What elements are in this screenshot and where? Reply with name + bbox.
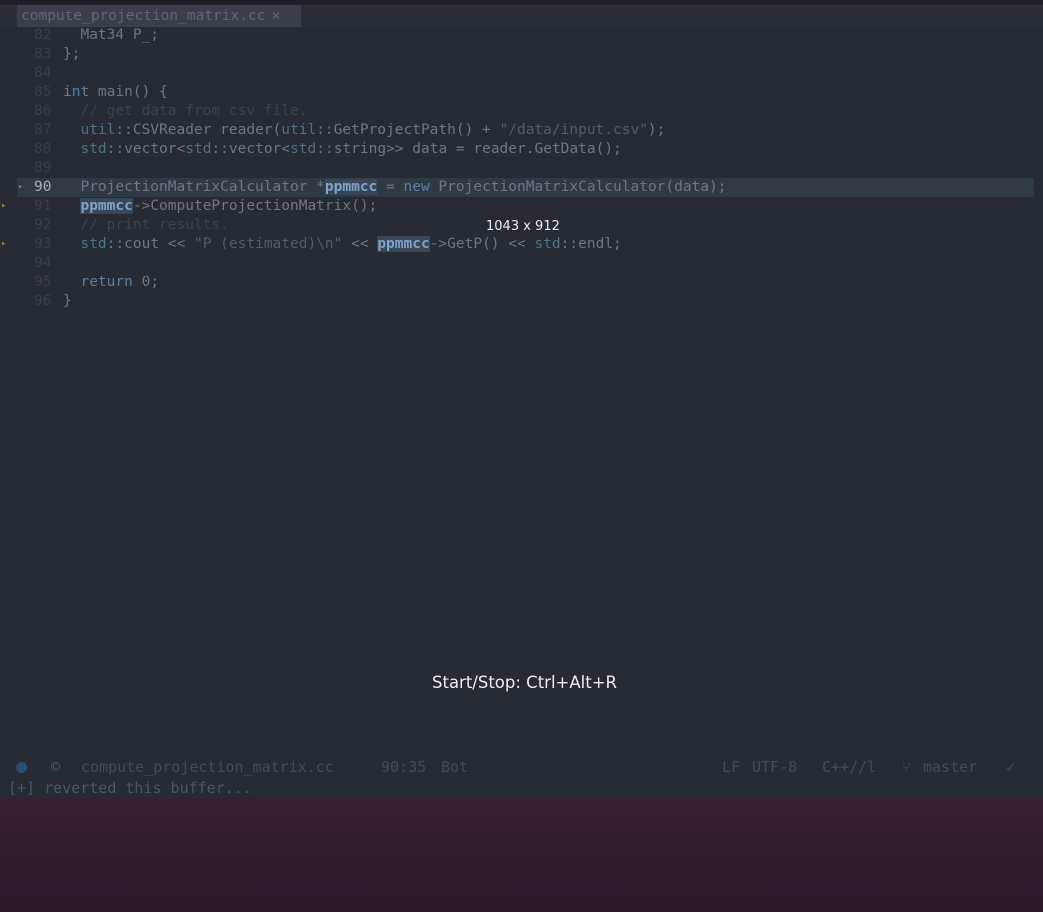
code-text[interactable]: }; (63, 45, 80, 64)
code-text[interactable]: int main() { (63, 83, 168, 102)
line-number: 84 (34, 65, 52, 81)
git-gutter-marker-icon: ▸ (1, 239, 7, 249)
scroll-position: Bot (441, 758, 469, 776)
line-number: 95 (34, 274, 52, 290)
code-line[interactable]: ▸ 90 ProjectionMatrixCalculator *ppmmcc =… (17, 178, 1034, 197)
line-number: 93 (34, 236, 52, 252)
code-line[interactable]: 85 int main() { (0, 83, 1043, 102)
c-language-icon: © (51, 758, 61, 776)
code-text[interactable]: std::vector<std::vector<std::string>> da… (63, 140, 621, 159)
line-number: 82 (34, 27, 52, 43)
code-text[interactable]: ProjectionMatrixCalculator *ppmmcc = new… (63, 178, 727, 197)
code-line[interactable]: 82 Mat34 P_; (0, 26, 1043, 45)
minibuffer-message: [+] reverted this buffer... (8, 779, 252, 797)
desktop-background (0, 798, 1043, 912)
eol-format[interactable]: LF (722, 757, 740, 777)
code-line[interactable]: 89 (0, 159, 1043, 178)
code-text[interactable]: // print results. (63, 216, 228, 235)
line-number: 96 (34, 293, 52, 309)
tab-compute-projection-matrix[interactable]: compute_projection_matrix.cc × (17, 5, 301, 27)
line-number: 87 (34, 122, 52, 138)
code-line[interactable]: 96} (0, 292, 1043, 311)
code-text[interactable]: util::CSVReader reader(util::GetProjectP… (63, 121, 665, 140)
modified-indicator-icon (16, 762, 27, 773)
recording-size-label: 1043 x 912 (486, 219, 560, 234)
line-number: 91 (34, 198, 52, 214)
code-line[interactable]: 87 util::CSVReader reader(util::GetProje… (0, 121, 1043, 140)
status-bar: © compute_projection_matrix.cc 90:35 Bot… (0, 757, 1043, 777)
line-number: 85 (34, 84, 52, 100)
code-text[interactable]: } (63, 292, 72, 311)
line-number: 88 (34, 141, 52, 157)
git-branch-icon: ⑂ (902, 758, 912, 776)
file-encoding[interactable]: UTF-8 (752, 757, 797, 777)
code-line[interactable]: 86 // get data from csv file. (0, 102, 1043, 121)
code-line[interactable]: 95 return 0; (0, 273, 1043, 292)
code-line[interactable]: 84 (0, 64, 1043, 83)
check-icon: ✓ (1006, 758, 1016, 776)
code-text[interactable]: // get data from csv file. (63, 102, 307, 121)
recording-hint-label: Start/Stop: Ctrl+Alt+R (432, 673, 617, 692)
git-gutter-marker-icon: ▸ (18, 182, 24, 192)
code-line[interactable]: 83}; (0, 45, 1043, 64)
line-number: 94 (34, 255, 52, 271)
line-number: 86 (34, 103, 52, 119)
code-line[interactable]: 88 std::vector<std::vector<std::string>>… (0, 140, 1043, 159)
git-gutter-marker-icon: ▸ (1, 201, 7, 211)
major-mode[interactable]: C++//l (822, 757, 876, 777)
cursor-position: 90:35 (381, 758, 427, 776)
close-icon[interactable]: × (271, 8, 280, 24)
tab-label: compute_projection_matrix.cc (21, 8, 266, 24)
line-number: 90 (34, 179, 52, 195)
line-number: 92 (34, 217, 52, 233)
code-line[interactable]: ▸ 91 ppmmcc->ComputeProjectionMatrix(); (0, 197, 1043, 216)
code-text[interactable]: std::cout << "P (estimated)\n" << ppmmcc… (63, 235, 622, 254)
git-branch[interactable]: master (923, 757, 977, 777)
code-text[interactable]: ppmmcc->ComputeProjectionMatrix(); (63, 197, 377, 216)
code-text[interactable]: return 0; (63, 273, 159, 292)
tab-bar: compute_projection_matrix.cc × (0, 5, 1043, 27)
line-number: 89 (34, 160, 52, 176)
code-text[interactable]: Mat34 P_; (63, 26, 159, 45)
status-filename[interactable]: compute_projection_matrix.cc (81, 757, 334, 777)
line-number: 83 (34, 46, 52, 62)
code-line[interactable]: 94 (0, 254, 1043, 273)
code-line[interactable]: ▸ 93 std::cout << "P (estimated)\n" << pp… (0, 235, 1043, 254)
